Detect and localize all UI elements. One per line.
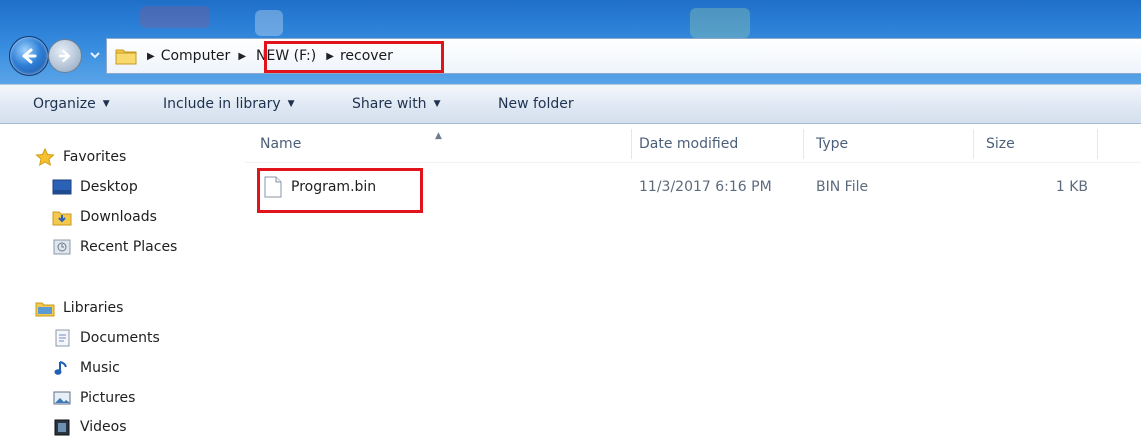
folder-icon <box>115 49 137 65</box>
breadcrumb-computer[interactable]: Computer <box>161 48 231 64</box>
file-date-modified: 11/3/2017 6:16 PM <box>639 179 772 195</box>
caret-down-icon: ▼ <box>102 99 110 109</box>
arrow-left-icon <box>22 48 37 64</box>
nav-pictures-label: Pictures <box>80 390 136 406</box>
share-with-menu[interactable]: Share with ▼ <box>352 85 440 123</box>
sort-ascending-icon: ▲ <box>435 131 442 141</box>
breadcrumb-separator-icon[interactable]: ▶ <box>147 51 155 62</box>
column-divider[interactable] <box>803 129 804 159</box>
column-name-label: Name <box>260 136 302 152</box>
nav-videos-label: Videos <box>80 419 127 435</box>
nav-downloads-label: Downloads <box>80 209 157 225</box>
title-bar: ▶ Computer ▶ NEW (F:) ▶ recover <box>0 0 1141 84</box>
downloads-icon <box>52 208 72 226</box>
column-size-header[interactable]: Size <box>986 125 1015 163</box>
recent-pages-dropdown[interactable] <box>88 48 102 62</box>
file-name: Program.bin <box>291 179 377 195</box>
organize-label: Organize <box>33 96 96 112</box>
desktop-icon <box>52 178 72 196</box>
include-in-library-label: Include in library <box>163 96 281 112</box>
nav-documents-label: Documents <box>80 330 160 346</box>
nav-pictures[interactable]: Pictures <box>52 386 135 410</box>
nav-downloads[interactable]: Downloads <box>52 205 157 229</box>
address-bar[interactable]: ▶ Computer ▶ NEW (F:) ▶ recover <box>106 38 1141 74</box>
breadcrumb-separator-icon[interactable]: ▶ <box>326 51 334 62</box>
column-divider[interactable] <box>631 129 632 159</box>
nav-desktop-label: Desktop <box>80 179 138 195</box>
column-divider[interactable] <box>973 129 974 159</box>
breadcrumb-drive[interactable]: NEW (F:) <box>256 48 316 64</box>
column-header: Name ▲ Date modified Type Size <box>245 125 1141 163</box>
nav-recent-places[interactable]: Recent Places <box>52 235 177 259</box>
nav-libraries-label: Libraries <box>63 300 124 316</box>
caret-down-icon: ▼ <box>287 99 295 109</box>
documents-icon <box>52 329 72 347</box>
nav-videos[interactable]: Videos <box>52 415 127 439</box>
command-bar: Organize ▼ Include in library ▼ Share wi… <box>0 84 1141 124</box>
breadcrumb-recover[interactable]: recover <box>340 48 393 64</box>
file-type: BIN File <box>816 179 869 195</box>
back-button[interactable] <box>9 36 49 76</box>
nav-favorites[interactable]: Favorites <box>35 145 126 169</box>
column-date-modified-label: Date modified <box>639 136 739 152</box>
background-blur <box>140 6 210 28</box>
file-row[interactable]: Program.bin 11/3/2017 6:16 PM BIN File 1… <box>245 172 1141 202</box>
star-icon <box>35 148 55 166</box>
caret-down-icon: ▼ <box>433 99 441 109</box>
nav-favorites-label: Favorites <box>63 149 127 165</box>
column-name-header[interactable]: Name <box>260 125 301 163</box>
file-size: 1 KB <box>1055 179 1088 195</box>
nav-libraries[interactable]: Libraries <box>35 296 123 320</box>
libraries-icon <box>35 299 55 317</box>
pictures-icon <box>52 389 72 407</box>
music-icon <box>52 359 72 377</box>
arrow-right-icon <box>59 50 71 62</box>
column-type-header[interactable]: Type <box>816 125 848 163</box>
nav-recent-places-label: Recent Places <box>80 239 178 255</box>
column-type-label: Type <box>816 136 849 152</box>
share-with-label: Share with <box>352 96 427 112</box>
videos-icon <box>52 418 72 436</box>
nav-desktop[interactable]: Desktop <box>52 175 138 199</box>
navigation-pane: Favorites Desktop Downloads Recent Place… <box>0 125 245 439</box>
breadcrumb-separator-icon[interactable]: ▶ <box>238 51 246 62</box>
include-in-library-menu[interactable]: Include in library ▼ <box>163 85 295 123</box>
forward-button[interactable] <box>48 39 82 73</box>
new-folder-label: New folder <box>498 96 574 112</box>
file-name-cell[interactable]: Program.bin <box>264 172 376 202</box>
chevron-down-icon <box>90 52 100 59</box>
new-folder-button[interactable]: New folder <box>498 85 574 123</box>
background-blur <box>690 8 750 38</box>
file-icon <box>264 176 282 198</box>
nav-documents[interactable]: Documents <box>52 326 160 350</box>
organize-menu[interactable]: Organize ▼ <box>33 85 110 123</box>
column-divider[interactable] <box>1097 129 1098 159</box>
nav-music-label: Music <box>80 360 120 376</box>
column-size-label: Size <box>986 136 1015 152</box>
background-blur <box>255 10 283 36</box>
column-date-modified-header[interactable]: Date modified <box>639 125 738 163</box>
recent-places-icon <box>52 238 72 256</box>
nav-music[interactable]: Music <box>52 356 120 380</box>
